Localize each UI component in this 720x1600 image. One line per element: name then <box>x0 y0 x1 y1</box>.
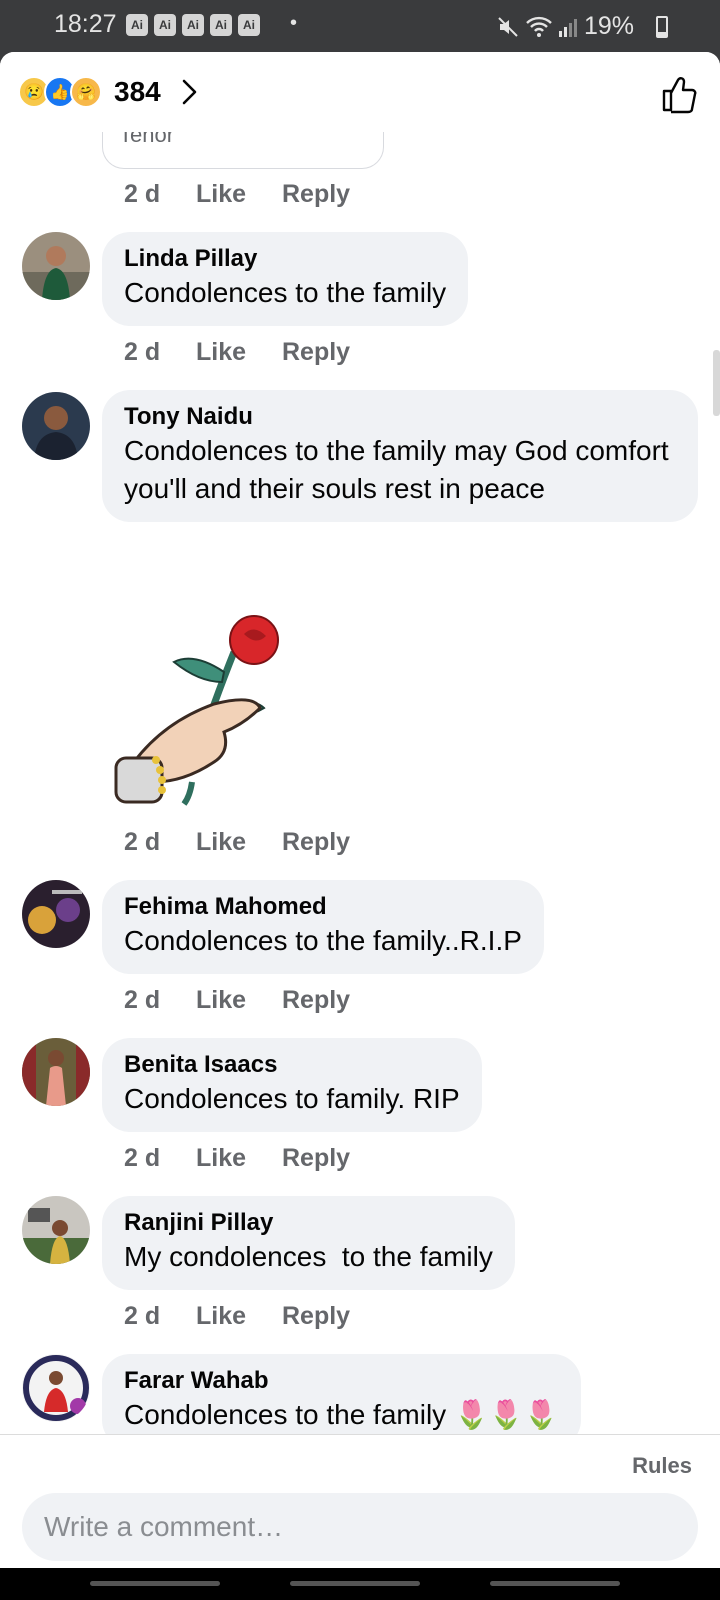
like-button[interactable]: Like <box>196 338 282 367</box>
reply-button[interactable]: Reply <box>282 1144 350 1173</box>
comment-time: 2 d <box>124 1144 161 1172</box>
mute-icon <box>498 16 518 37</box>
comment-text: Condolences to the family <box>124 277 447 308</box>
ai-notification-icon: Ai <box>210 14 232 36</box>
avatar[interactable] <box>22 1354 90 1422</box>
ai-notification-icon: Ai <box>126 14 148 36</box>
comment-actions: 2 d Like Reply <box>124 1302 350 1331</box>
ai-notification-icon: Ai <box>182 14 204 36</box>
chevron-right-icon <box>182 79 197 105</box>
wifi-icon <box>526 16 552 37</box>
reply-button[interactable]: Reply <box>282 986 350 1015</box>
like-button[interactable]: Like <box>196 1144 282 1173</box>
sheet-header: 😢 👍 🤗 384 <box>0 52 720 132</box>
rose-sticker[interactable] <box>104 612 304 812</box>
rules-link[interactable]: Rules <box>632 1453 692 1479</box>
like-button[interactable]: Like <box>196 180 282 209</box>
avatar[interactable] <box>22 232 90 300</box>
avatar[interactable] <box>22 1196 90 1264</box>
reaction-count: 384 <box>114 76 161 107</box>
comment-input[interactable] <box>22 1493 698 1561</box>
comment-time: 2 d <box>124 986 161 1014</box>
comment-text: Condolences to the family 🌷🌷🌷 <box>124 1399 559 1430</box>
comment-actions: 2 d Like Reply <box>124 828 350 857</box>
comment-actions: 2 d Like Reply <box>124 986 350 1015</box>
reply-button[interactable]: Reply <box>282 180 350 209</box>
reply-button[interactable]: Reply <box>282 1302 350 1331</box>
back-button[interactable] <box>490 1581 620 1586</box>
comment-text: Condolences to the family may God comfor… <box>124 435 669 504</box>
home-button[interactable] <box>290 1581 420 1586</box>
comment-time: 2 d <box>124 338 161 366</box>
comment-author[interactable]: Fehima Mahomed <box>124 892 522 922</box>
gif-attachment[interactable]: Tenor <box>102 132 384 169</box>
battery-percent: 19% <box>583 12 634 40</box>
system-nav-bar <box>0 1568 720 1600</box>
comment-actions: 2 d Like Reply <box>124 1144 350 1173</box>
reactions-summary[interactable]: 😢 👍 🤗 384 <box>18 76 203 108</box>
status-time: 18:27 <box>54 10 117 38</box>
scrollbar[interactable] <box>713 350 720 416</box>
comment-actions: 2 d Like Reply <box>124 338 350 367</box>
status-indicators: 19% <box>496 12 652 41</box>
comment-bubble: Tony Naidu Condolences to the family may… <box>102 390 698 522</box>
like-button[interactable]: Like <box>196 1302 282 1331</box>
comment-author[interactable]: Farar Wahab <box>124 1366 559 1396</box>
comment-bubble: Fehima Mahomed Condolences to the family… <box>102 880 544 974</box>
reply-button[interactable]: Reply <box>282 338 350 367</box>
ai-notification-icon: Ai <box>238 14 260 36</box>
comment-bubble: Linda Pillay Condolences to the family <box>102 232 469 326</box>
attachment-label: Tenor <box>119 132 175 147</box>
reply-button[interactable]: Reply <box>282 828 350 857</box>
like-button[interactable]: Like <box>196 986 282 1015</box>
comment-text: Condolences to family. RIP <box>124 1083 460 1114</box>
comment-time: 2 d <box>124 1302 161 1330</box>
recents-button[interactable] <box>90 1581 220 1586</box>
comment-author[interactable]: Ranjini Pillay <box>124 1208 493 1238</box>
comment-author[interactable]: Linda Pillay <box>124 244 446 274</box>
like-icon[interactable] <box>658 74 698 114</box>
comment-bubble: Benita Isaacs Condolences to family. RIP <box>102 1038 482 1132</box>
comment-time: 2 d <box>124 180 161 208</box>
comment-time: 2 d <box>124 828 161 856</box>
avatar[interactable] <box>22 880 90 948</box>
like-button[interactable]: Like <box>196 828 282 857</box>
comment-author[interactable]: Benita Isaacs <box>124 1050 460 1080</box>
comment-composer: Rules <box>0 1434 720 1568</box>
comment-text: Condolences to the family..R.I.P <box>124 925 522 956</box>
more-notifications-dot: • <box>290 12 298 34</box>
status-bar: 18:27 Ai Ai Ai Ai Ai • 19% <box>0 0 720 52</box>
avatar[interactable] <box>22 392 90 460</box>
battery-icon <box>656 16 668 38</box>
avatar[interactable] <box>22 1038 90 1106</box>
ai-notification-icon: Ai <box>154 14 176 36</box>
comments-sheet: 😢 👍 🤗 384 Tenor 2 d Like Reply Linda Pil… <box>0 52 720 1568</box>
care-reaction-icon: 🤗 <box>70 76 102 108</box>
comment-text: My condolences to the family <box>124 1241 493 1272</box>
comment-actions: 2 d Like Reply <box>124 180 350 209</box>
comment-author[interactable]: Tony Naidu <box>124 402 676 432</box>
notification-icons: Ai Ai Ai Ai Ai <box>126 14 260 36</box>
signal-icon <box>558 18 577 37</box>
comment-bubble: Ranjini Pillay My condolences to the fam… <box>102 1196 515 1290</box>
